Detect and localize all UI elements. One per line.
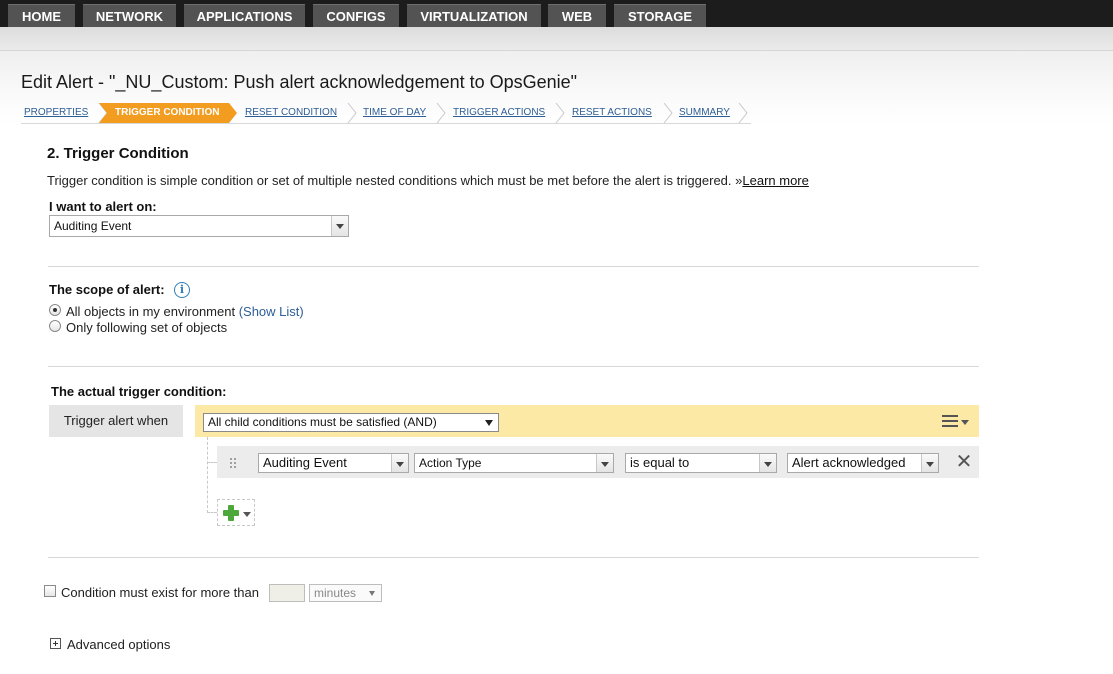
chevron-down-icon: [243, 512, 251, 517]
close-icon[interactable]: ✕: [954, 451, 974, 473]
wizard-step-trigger-actions[interactable]: TRIGGER ACTIONS: [453, 103, 545, 123]
nav-tab-configs[interactable]: CONFIGS: [313, 4, 399, 27]
chevron-down-icon: [961, 420, 969, 425]
chevron-down-icon: [331, 216, 348, 236]
nav-tab-home[interactable]: HOME: [8, 4, 75, 27]
advanced-options-link[interactable]: Advanced options: [67, 637, 170, 652]
nav-tab-web[interactable]: WEB: [548, 4, 606, 27]
show-list-link[interactable]: (Show List): [239, 304, 304, 319]
divider: [48, 366, 979, 367]
nav-tab-storage[interactable]: STORAGE: [614, 4, 706, 27]
expand-icon[interactable]: [50, 638, 61, 649]
chevron-right-icon: [347, 103, 357, 123]
chevron-right-icon: [663, 103, 673, 123]
tree-connector: [207, 437, 208, 513]
learn-more-link[interactable]: Learn more: [742, 173, 808, 188]
info-icon[interactable]: i: [174, 282, 190, 298]
chevron-right-icon: [555, 103, 565, 123]
wizard-steps: PROPERTIES TRIGGER CONDITION RESET CONDI…: [21, 103, 751, 123]
group-menu-button[interactable]: [935, 405, 979, 437]
scope-all-radio[interactable]: [49, 304, 61, 316]
divider: [48, 266, 979, 267]
wizard-step-reset-actions[interactable]: RESET ACTIONS: [572, 103, 652, 123]
condition-value-value: Alert acknowledged: [792, 455, 906, 470]
trigger-condition-label: The actual trigger condition:: [51, 384, 227, 399]
group-mode-value: All child conditions must be satisfied (…: [208, 415, 437, 429]
condition-duration-checkbox[interactable]: [44, 585, 56, 597]
wizard-divider: [21, 123, 751, 124]
wizard-step-summary[interactable]: SUMMARY: [679, 103, 730, 123]
scope-all-label: All objects in my environment (Show List…: [66, 304, 304, 319]
duration-unit-value: minutes: [314, 586, 357, 600]
nav-tab-virtualization[interactable]: VIRTUALIZATION: [407, 4, 541, 27]
condition-field-value: Action Type: [419, 456, 482, 470]
chevron-down-icon: [391, 454, 408, 472]
condition-operator-select[interactable]: is equal to: [625, 453, 777, 473]
chevron-down-icon: [759, 454, 776, 472]
alert-on-value: Auditing Event: [54, 219, 132, 233]
nav-tab-network[interactable]: NETWORK: [83, 4, 176, 27]
condition-operator-value: is equal to: [630, 455, 690, 470]
scope-label: The scope of alert:: [49, 282, 165, 297]
condition-field-select[interactable]: Action Type: [414, 453, 614, 473]
scope-some-radio[interactable]: [49, 320, 61, 332]
wizard-step-properties[interactable]: PROPERTIES: [24, 103, 88, 123]
wizard-step-time-of-day[interactable]: TIME OF DAY: [363, 103, 426, 123]
chevron-right-icon: [738, 103, 748, 123]
alert-on-select[interactable]: Auditing Event: [49, 215, 349, 237]
add-condition-button[interactable]: [217, 499, 255, 526]
chevron-down-icon: [921, 454, 938, 472]
section-description: Trigger condition is simple condition or…: [47, 173, 809, 188]
condition-value-select[interactable]: Alert acknowledged: [787, 453, 939, 473]
condition-object-value: Auditing Event: [263, 455, 347, 470]
group-mode-select[interactable]: All child conditions must be satisfied (…: [203, 413, 499, 432]
nav-tab-applications[interactable]: APPLICATIONS: [184, 4, 305, 27]
tree-connector: [207, 462, 217, 463]
plus-icon: [223, 505, 239, 521]
chevron-down-icon: [596, 454, 613, 472]
top-navigation: HOME NETWORK APPLICATIONS CONFIGS VIRTUA…: [0, 0, 1113, 27]
condition-object-select[interactable]: Auditing Event: [258, 453, 409, 473]
description-text: Trigger condition is simple condition or…: [47, 173, 732, 188]
drag-handle-icon[interactable]: [229, 457, 237, 469]
section-title: 2. Trigger Condition: [47, 145, 189, 162]
duration-input[interactable]: [269, 584, 305, 602]
scope-all-text: All objects in my environment: [66, 304, 236, 319]
chevron-down-icon: [485, 420, 493, 426]
trigger-when-label: Trigger alert when: [49, 405, 183, 437]
divider: [48, 557, 979, 558]
hamburger-icon: [942, 415, 958, 430]
alert-on-label: I want to alert on:: [49, 199, 157, 214]
wizard-step-trigger-condition[interactable]: TRIGGER CONDITION: [115, 103, 219, 123]
scope-some-label: Only following set of objects: [66, 320, 228, 335]
duration-unit-select[interactable]: minutes: [309, 584, 382, 602]
chevron-right-icon: [436, 103, 446, 123]
chevron-down-icon: [369, 591, 375, 596]
page-title: Edit Alert - "_NU_Custom: Push alert ack…: [21, 72, 578, 92]
condition-duration-label: Condition must exist for more than: [61, 585, 259, 600]
tree-connector: [207, 512, 217, 513]
sub-navigation-bar: [0, 27, 1113, 51]
wizard-step-reset-condition[interactable]: RESET CONDITION: [245, 103, 337, 123]
